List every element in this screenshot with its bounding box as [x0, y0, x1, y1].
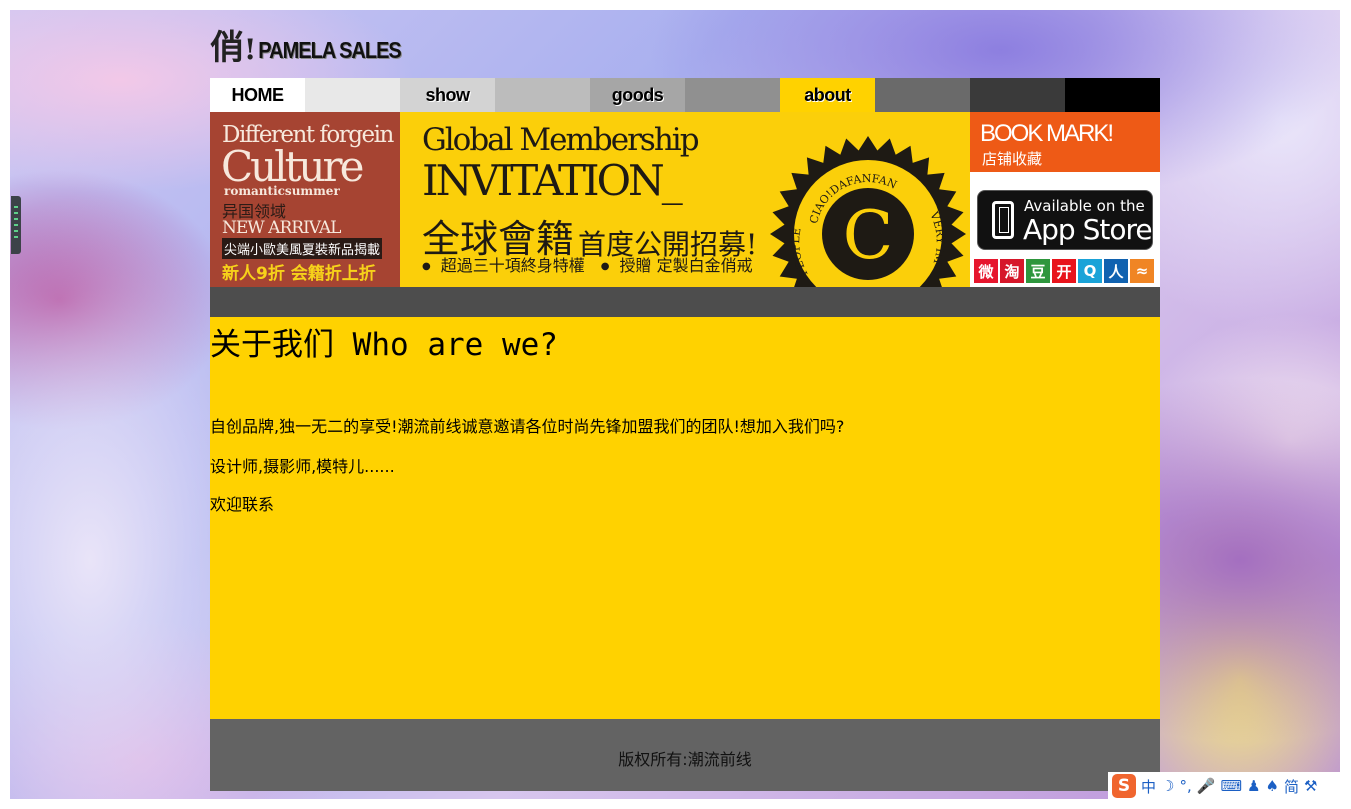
ime-simplified-icon[interactable]: 简 [1284, 776, 1299, 797]
nav-item-about[interactable]: about [780, 78, 875, 112]
banner-mid-bullets: 超過三十項終身特權 授贈 定製白金俏戒 [422, 252, 753, 276]
nav-spacer-5 [685, 78, 780, 112]
banner-bullet-2: 授贈 定製白金俏戒 [601, 252, 752, 276]
renren-icon[interactable]: 人 [1104, 259, 1128, 283]
nav-spacer-9 [1065, 78, 1160, 112]
main-nav: HOME show goods about [210, 78, 1160, 112]
ime-skin-icon[interactable]: ♠ [1266, 777, 1279, 795]
nav-spacer-8 [970, 78, 1065, 112]
ime-keyboard-icon[interactable]: ⌨ [1220, 777, 1242, 795]
nav-spacer-7 [875, 78, 970, 112]
nav-spacer-1 [305, 78, 400, 112]
ime-punct-icon[interactable]: °, [1179, 777, 1191, 795]
about-paragraph-1: 自创品牌,独一无二的享受!潮流前线诚意邀请各位时尚先锋加盟我们的团队!想加入我们… [210, 417, 845, 436]
banner-right-panel: BOOK MARK! 店铺收藏 Available on the App Sto… [970, 112, 1160, 287]
logo-bang: ! [244, 33, 257, 66]
appstore-line2: App Store [1023, 213, 1153, 246]
nav-item-show[interactable]: show [400, 78, 495, 112]
nav-item-home[interactable]: HOME [210, 78, 305, 112]
phone-icon [992, 201, 1014, 239]
nav-label: show [425, 84, 470, 105]
taobao-icon[interactable]: 淘 [1000, 259, 1024, 283]
page-footer: 版权所有:潮流前线 [210, 719, 1160, 791]
ime-toolbar: S 中 ☽ °, 🎤 ⌨ ♟ ♠ 简 ⚒ [1108, 772, 1341, 800]
nav-label: HOME [231, 84, 285, 105]
nav-item-goods[interactable]: goods [590, 78, 685, 112]
ime-user-icon[interactable]: ♟ [1247, 777, 1260, 795]
qq-icon[interactable]: Q [1078, 259, 1102, 283]
social-share-icons: 微淘豆开 Q 人 ≈ [974, 259, 1154, 283]
banner-bullet-1: 超過三十項終身特權 [422, 252, 585, 276]
app-store-badge[interactable]: Available on the App Store [977, 190, 1153, 250]
seal-letter: C [843, 197, 894, 274]
sogou-ime-icon[interactable]: S [1112, 774, 1136, 798]
site-logo[interactable]: 俏 ! PAMELA SALES [210, 28, 402, 68]
banner-new-arrival[interactable]: Different forgein Culture romanticsummer… [210, 112, 400, 287]
bookmark-button[interactable]: BOOK MARK! 店铺收藏 [970, 112, 1160, 172]
membership-seal-icon: C CIAO!DAFANFAN PEOPLE VERY IM [770, 136, 966, 287]
rss-icon[interactable]: ≈ [1130, 259, 1154, 283]
nav-spacer-3 [495, 78, 590, 112]
banner-divider-bar [210, 287, 1160, 317]
bookmark-subtitle: 店铺收藏 [982, 150, 1043, 168]
banner-left-line7: 新人9折 会籍折上折 [222, 264, 376, 284]
banner-mid-line2: INVITATION_ [422, 156, 683, 205]
ime-moon-icon[interactable]: ☽ [1161, 777, 1174, 795]
about-content: 关于我们 Who are we? 自创品牌,独一无二的享受!潮流前线诚意邀请各位… [210, 317, 1160, 719]
logo-text: PAMELA SALES [258, 38, 401, 64]
banner-left-line3: romanticsummer [224, 184, 340, 198]
page-title: 关于我们 Who are we? [210, 327, 558, 363]
kaixin-icon[interactable]: 开 [1052, 259, 1076, 283]
nav-label: goods [611, 84, 664, 105]
copyright-text: 版权所有:潮流前线 [618, 750, 752, 769]
banner-mid-line1: Global Membership [422, 122, 700, 158]
ime-tools-icon[interactable]: ⚒ [1304, 777, 1317, 795]
douban-icon[interactable]: 豆 [1026, 259, 1050, 283]
about-paragraph-3: 欢迎联系 [210, 495, 275, 514]
about-paragraph-2: 设计师,摄影师,模特儿...... [210, 457, 395, 476]
banner-left-line6: 尖端小歐美風夏裝新品揭載 [222, 238, 383, 259]
ime-chinese-mode-icon[interactable]: 中 [1141, 776, 1156, 797]
promo-banner: Different forgein Culture romanticsummer… [210, 112, 1160, 287]
bookmark-title: BOOK MARK! [980, 120, 1114, 147]
side-scroll-handle[interactable] [11, 196, 21, 254]
banner-membership[interactable]: Global Membership INVITATION_ 全球會籍 首度公開招… [400, 112, 970, 287]
banner-left-line5: NEW ARRIVAL [222, 218, 341, 238]
weibo-icon[interactable]: 微 [974, 259, 998, 283]
nav-label: about [804, 84, 851, 105]
logo-char: 俏 [210, 28, 244, 68]
ime-mic-icon[interactable]: 🎤 [1197, 777, 1216, 795]
